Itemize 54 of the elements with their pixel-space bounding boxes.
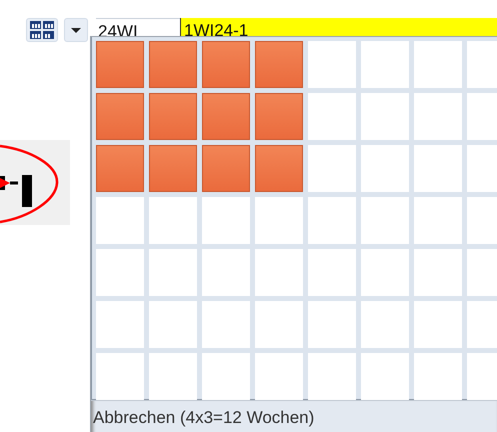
week-cell[interactable] (96, 197, 144, 244)
week-cell[interactable] (96, 301, 144, 348)
week-cell[interactable] (308, 353, 356, 400)
selected-week-cell[interactable] (149, 93, 197, 140)
week-cell[interactable] (202, 301, 250, 348)
selected-week-cell[interactable] (96, 145, 144, 192)
selected-week-cell[interactable] (149, 41, 197, 88)
week-cell[interactable] (202, 197, 250, 244)
selected-week-cell[interactable] (96, 41, 144, 88)
week-cell[interactable] (308, 145, 356, 192)
week-cell[interactable] (414, 249, 462, 296)
week-cell[interactable] (414, 301, 462, 348)
selected-week-cell[interactable] (255, 145, 303, 192)
week-cell[interactable] (202, 249, 250, 296)
week-cell[interactable] (361, 197, 409, 244)
week-cell[interactable] (96, 249, 144, 296)
selected-week-cell[interactable] (255, 41, 303, 88)
selected-week-cell[interactable] (202, 41, 250, 88)
week-cell[interactable] (361, 249, 409, 296)
week-cell[interactable] (255, 249, 303, 296)
caret-icon (71, 28, 81, 32)
week-cell[interactable] (255, 301, 303, 348)
week-cell[interactable] (149, 301, 197, 348)
week-cell[interactable] (308, 41, 356, 88)
status-text: Abbrechen (4x3=12 Wochen) (91, 400, 497, 428)
week-cell[interactable] (414, 41, 462, 88)
week-cell[interactable] (361, 93, 409, 140)
selected-week-cell[interactable] (149, 145, 197, 192)
selected-week-cell[interactable] (202, 145, 250, 192)
week-cell[interactable] (255, 353, 303, 400)
week-cell[interactable] (202, 353, 250, 400)
week-cell[interactable] (361, 301, 409, 348)
grid-view-button[interactable] (26, 18, 58, 42)
week-cell[interactable] (361, 353, 409, 400)
week-cell[interactable] (149, 249, 197, 296)
week-cell[interactable] (361, 145, 409, 192)
week-cell[interactable] (255, 197, 303, 244)
week-cell[interactable] (414, 353, 462, 400)
grid-icon (29, 20, 55, 40)
week-cell[interactable] (96, 353, 144, 400)
week-cell[interactable] (414, 197, 462, 244)
week-cell[interactable] (308, 93, 356, 140)
dropdown-button[interactable] (64, 18, 88, 42)
week-cell[interactable] (414, 93, 462, 140)
week-cell[interactable] (308, 249, 356, 296)
selected-week-cell[interactable] (255, 93, 303, 140)
week-cell[interactable] (308, 301, 356, 348)
week-cell[interactable] (414, 145, 462, 192)
week-cell[interactable] (361, 41, 409, 88)
week-cell[interactable] (308, 197, 356, 244)
selected-week-cell[interactable] (202, 93, 250, 140)
week-cell[interactable] (149, 197, 197, 244)
selected-week-cell[interactable] (96, 93, 144, 140)
week-cell[interactable] (149, 353, 197, 400)
